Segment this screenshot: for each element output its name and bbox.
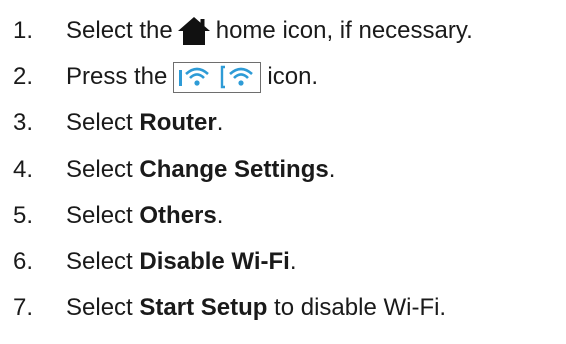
menu-option-router: Router: [139, 109, 217, 137]
step-text: Select Change Settings.: [66, 155, 336, 183]
step-text-post: home icon, if necessary.: [215, 17, 473, 45]
step-text: Select Others.: [66, 201, 224, 229]
step-6: 6. Select Disable Wi-Fi.: [0, 239, 566, 285]
step-2: 2. Press the icon.: [0, 54, 566, 100]
step-text-post: .: [328, 155, 336, 183]
instruction-steps: 1. Select the home icon, if necessary. 2…: [0, 8, 566, 331]
step-text: Select Disable Wi-Fi.: [66, 250, 297, 274]
step-text-pre: Select: [66, 155, 140, 183]
step-text-pre: Select: [66, 109, 140, 137]
step-text-post: to disable Wi-Fi.: [267, 294, 447, 322]
step-4: 4. Select Change Settings.: [0, 147, 566, 193]
menu-option-disable-wifi: Disable Wi-Fi: [139, 248, 290, 276]
step-number: 2.: [13, 63, 34, 91]
step-text-pre: Press the: [66, 63, 168, 91]
step-number: 3.: [13, 109, 34, 137]
step-text: Select Start Setup to disable Wi-Fi.: [66, 296, 446, 320]
step-text-pre: Select: [66, 201, 140, 229]
step-text-post: .: [216, 201, 224, 229]
step-number: 4.: [13, 155, 34, 183]
menu-option-others: Others: [139, 201, 217, 229]
menu-option-start-setup: Start Setup: [139, 294, 268, 322]
step-text-post: .: [216, 109, 224, 137]
step-number: 7.: [13, 294, 34, 322]
step-text-pre: Select the: [66, 17, 173, 45]
menu-option-change-settings: Change Settings: [139, 155, 329, 183]
step-7: 7. Select Start Setup to disable Wi-Fi.: [0, 285, 566, 331]
step-5: 5. Select Others.: [0, 193, 566, 239]
step-3: 3. Select Router.: [0, 100, 566, 146]
step-text: Press the icon.: [66, 61, 319, 93]
step-text-post: icon.: [267, 63, 319, 91]
step-text: Select the home icon, if necessary.: [66, 16, 473, 46]
step-number: 6.: [13, 248, 34, 276]
wifi-icon: [221, 66, 254, 89]
step-1: 1. Select the home icon, if necessary.: [0, 8, 566, 54]
step-text-post: .: [289, 248, 297, 276]
step-text-pre: Select: [66, 248, 140, 276]
step-number: 5.: [13, 201, 34, 229]
home-icon: [177, 16, 211, 46]
step-text-pre: Select: [66, 294, 140, 322]
wifi-status-icon: [173, 61, 262, 93]
wifi-direct-icon: [179, 67, 210, 87]
step-number: 1.: [13, 17, 34, 45]
step-text: Select Router.: [66, 111, 223, 135]
